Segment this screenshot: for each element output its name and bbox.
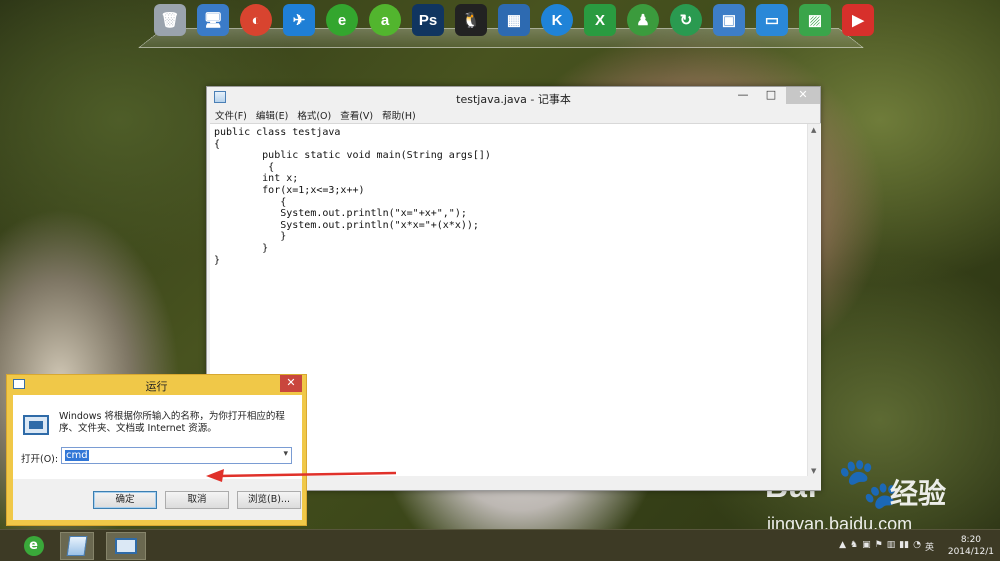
recycle-bin-icon: 🗑	[154, 4, 186, 36]
swallow-browser-icon: ✈	[283, 4, 315, 36]
clock[interactable]: 8:20 2014/12/1	[948, 534, 994, 558]
folder-icon: ▭	[756, 4, 788, 36]
cancel-button[interactable]: 取消	[165, 491, 229, 509]
photoshop-icon: Ps	[412, 4, 444, 36]
dock-item[interactable]: ▦	[494, 0, 534, 40]
browse-button[interactable]: 浏览(B)...	[237, 491, 301, 509]
open-input-value[interactable]: cmd	[65, 450, 89, 461]
clock-time: 8:20	[960, 535, 982, 545]
close-button[interactable]: ✕	[786, 87, 820, 104]
dock: 🗑 🖥 ◐ ✈ e a Ps 🐧 ▦ K X ♟ ↻ ▣ ▭ ▨ ▶	[150, 0, 878, 42]
user-contact-icon: ♟	[627, 4, 659, 36]
dock-item[interactable]: 🖥	[193, 0, 233, 40]
run-body: Windows 将根据你所输入的名称，为你打开相应的程序、文件夹、文档或 Int…	[13, 395, 302, 479]
minimize-button[interactable]: —	[730, 87, 756, 104]
ok-button[interactable]: 确定	[93, 491, 157, 509]
run-title: 运行	[145, 380, 168, 393]
clock-date: 2014/12/1	[947, 547, 994, 557]
watermark-brand-cn: 经验	[890, 478, 947, 509]
signal-icon[interactable]: ▮▮	[899, 540, 909, 553]
action-center-icon[interactable]: ⚑	[875, 540, 883, 553]
menu-view[interactable]: 查看(V)	[340, 108, 373, 122]
ie-browser-icon: e	[23, 536, 44, 556]
dock-item[interactable]: a	[365, 0, 405, 40]
notepad-title: testjava.java - 记事本	[456, 93, 571, 106]
notepad-menubar: 文件(F) 编辑(E) 格式(O) 查看(V) 帮助(H)	[207, 107, 820, 123]
dock-item[interactable]: ▶	[838, 0, 878, 40]
dock-item[interactable]: ↻	[666, 0, 706, 40]
scroll-up-icon[interactable]: ▲	[811, 126, 816, 134]
chrome-icon: ◐	[240, 4, 272, 36]
dock-item[interactable]: ▭	[752, 0, 792, 40]
dock-item[interactable]: 🐧	[451, 0, 491, 40]
media-player-icon: ▶	[842, 4, 874, 36]
qq-icon: 🐧	[455, 4, 487, 36]
dock-item[interactable]: Ps	[408, 0, 448, 40]
video-player-icon: ▦	[498, 4, 530, 36]
vertical-scrollbar[interactable]: ▲ ▼	[807, 124, 821, 477]
taskbar-run-button[interactable]	[106, 532, 146, 560]
run-description: Windows 将根据你所输入的名称，为你打开相应的程序、文件夹、文档或 Int…	[59, 411, 285, 434]
open-label: 打开(O):	[21, 454, 59, 465]
picture-icon: ▨	[799, 4, 831, 36]
run-program-icon	[115, 538, 137, 554]
system-tray: ▲ ♞ ▣ ⚑ ▥ ▮▮ ◔ 英	[839, 540, 934, 553]
ie-browser-icon: e	[326, 4, 358, 36]
menu-file[interactable]: 文件(F)	[215, 108, 247, 122]
network-icon[interactable]: ▥	[887, 540, 896, 553]
show-hidden-icons-icon[interactable]: ▲	[839, 540, 846, 553]
run-close-button[interactable]: ✕	[280, 375, 302, 392]
run-dialog: 运行 ✕ Windows 将根据你所输入的名称，为你打开相应的程序、文件夹、文档…	[6, 374, 307, 526]
editor-text[interactable]: public class testjava { public static vo…	[210, 124, 821, 266]
dock-item[interactable]: 🗑	[150, 0, 190, 40]
dock-item[interactable]: e	[322, 0, 362, 40]
notepad-titlebar[interactable]: testjava.java - 记事本 — □ ✕	[207, 87, 820, 107]
input-method-icon[interactable]: 英	[925, 540, 934, 553]
app-tray-icon[interactable]: ♞	[850, 540, 858, 553]
computer-icon: 🖥	[197, 4, 229, 36]
taskbar: e ▲ ♞ ▣ ⚑ ▥ ▮▮ ◔ 英 8:20 2014/12/1	[0, 529, 1000, 561]
run-program-icon	[23, 415, 49, 435]
tray-app-icon[interactable]: ▣	[862, 540, 871, 553]
dock-item[interactable]: ▨	[795, 0, 835, 40]
scroll-down-icon[interactable]: ▼	[811, 467, 816, 475]
dock-item[interactable]: ✈	[279, 0, 319, 40]
dock-item[interactable]: ♟	[623, 0, 663, 40]
dock-item[interactable]: K	[537, 0, 577, 40]
taskbar-notepad-button[interactable]	[60, 532, 94, 560]
menu-help[interactable]: 帮助(H)	[382, 108, 416, 122]
run-titlebar[interactable]: 运行 ✕	[7, 375, 306, 393]
menu-format[interactable]: 格式(O)	[297, 108, 331, 122]
notepad-icon	[66, 536, 88, 556]
dock-item[interactable]: ▣	[709, 0, 749, 40]
refresh-app-icon: ↻	[670, 4, 702, 36]
open-input[interactable]: cmd ▾	[61, 447, 292, 464]
run-footer: 确定 取消 浏览(B)...	[13, 479, 302, 520]
volume-icon[interactable]: ◔	[913, 540, 921, 553]
window-switch-icon: ▣	[713, 4, 745, 36]
taskbar-browser-button[interactable]: e	[17, 532, 50, 560]
menu-edit[interactable]: 编辑(E)	[256, 108, 288, 122]
excel-icon: X	[584, 4, 616, 36]
dock-item[interactable]: ◐	[236, 0, 276, 40]
kugou-music-icon: K	[541, 4, 573, 36]
annotation-arrow	[206, 469, 396, 482]
aliwangwang-icon: a	[369, 4, 401, 36]
maximize-button[interactable]: □	[758, 87, 784, 104]
dock-item[interactable]: X	[580, 0, 620, 40]
chevron-down-icon[interactable]: ▾	[283, 449, 288, 459]
